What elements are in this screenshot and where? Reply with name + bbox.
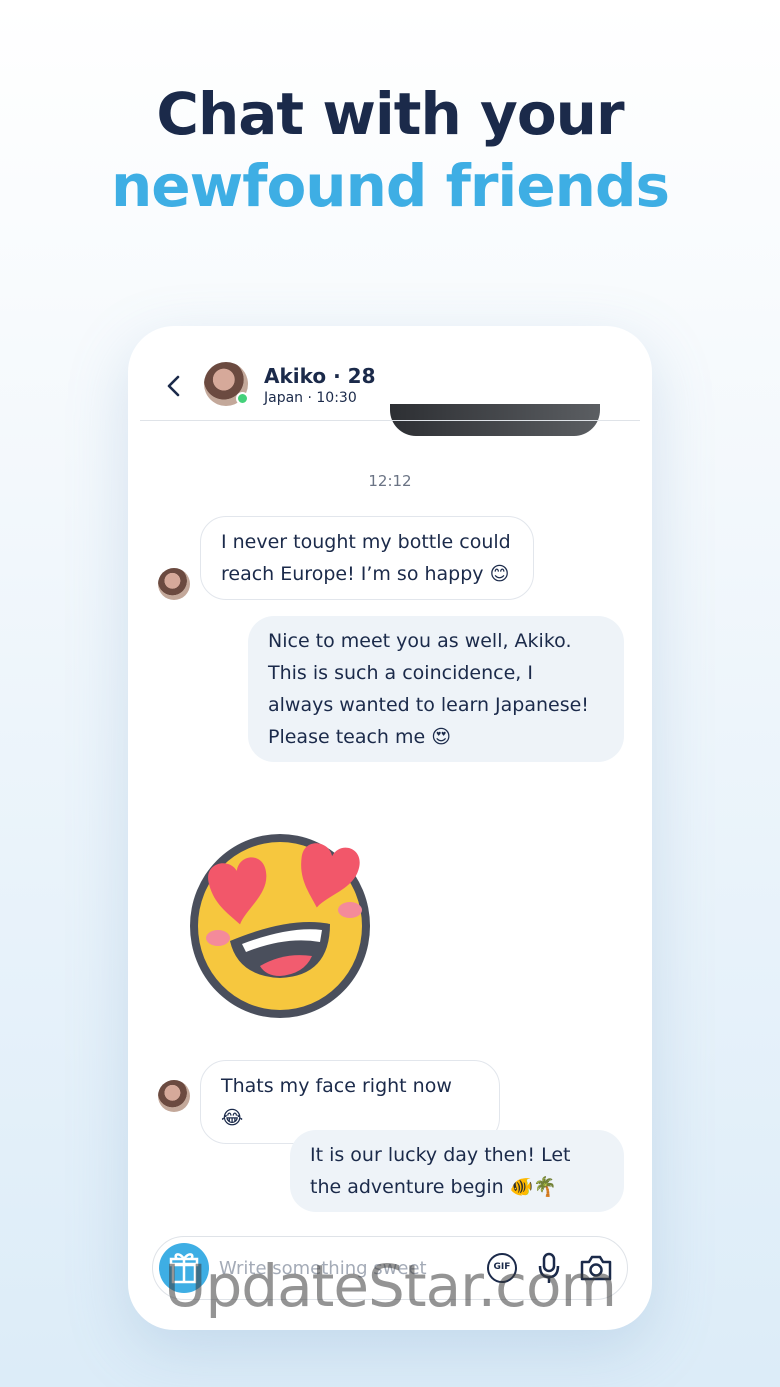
contact-name[interactable]: Akiko · 28 (264, 364, 376, 388)
online-status-dot (236, 392, 249, 405)
headline: Chat with your newfound friends (0, 78, 780, 222)
message-bubble-incoming[interactable]: I never tought my bottle could reach Eur… (200, 516, 534, 600)
phone-frame: Akiko · 28 Japan · 10:30 12:12 I never t… (128, 326, 652, 1330)
back-arrow-icon[interactable] (164, 374, 184, 398)
contact-location-time: Japan · 10:30 (264, 390, 357, 406)
message-avatar (158, 568, 190, 600)
message-bubble-outgoing[interactable]: It is our lucky day then! Let the advent… (290, 1130, 624, 1212)
message-timestamp: 12:12 (368, 472, 412, 490)
watermark: UpdateStar.com (164, 1252, 617, 1320)
message-avatar (158, 1080, 190, 1112)
headline-line-2: newfound friends (111, 152, 670, 220)
message-bubble-outgoing[interactable]: Nice to meet you as well, Akiko. This is… (248, 616, 624, 762)
header-divider (140, 420, 640, 421)
headline-line-1: Chat with your (156, 80, 624, 148)
heart-eyes-sticker[interactable] (180, 826, 380, 1026)
